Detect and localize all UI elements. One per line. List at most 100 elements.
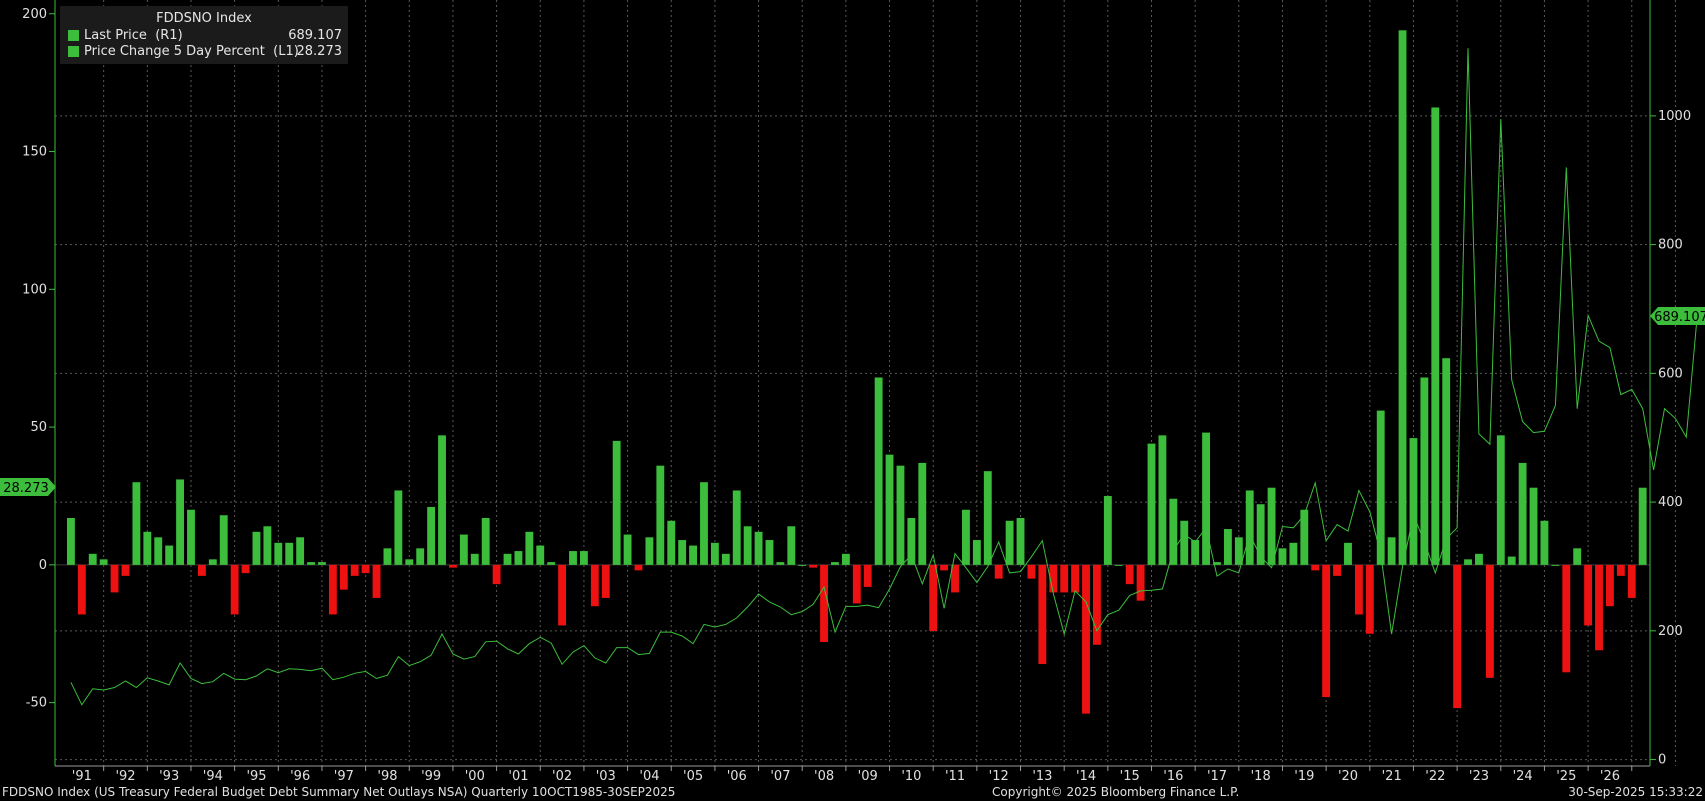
bar [361,564,370,574]
bar [230,564,239,615]
bar [481,518,490,565]
bar [1431,107,1440,565]
bar [110,564,119,593]
bar [929,564,938,631]
chart-canvas: 200 150 100 50 0 -50 1000 800 600 400 200 0 '91 '92 '9… [0,0,1705,784]
bar [776,562,785,565]
bar [1464,559,1472,565]
bar [1103,495,1112,565]
bar [197,564,206,576]
bar [88,553,97,565]
x-tick-label: '11 [945,769,965,784]
left-tick-label: 150 [22,145,47,160]
bar [1267,487,1276,565]
right-tick-label: 600 [1658,366,1683,381]
bar [700,482,708,565]
x-tick-label: '17 [1207,769,1227,784]
bar [1365,564,1374,634]
footer-copyright: Copyright© 2025 Bloomberg Finance L.P. [992,785,1240,799]
bar [809,564,818,568]
bar [678,540,687,565]
x-tick-label: '95 [246,769,266,784]
bar [831,562,839,565]
x-tick-label: '12 [989,769,1009,784]
x-tick-label: '23 [1469,769,1489,784]
bar [787,526,796,565]
bar [1169,498,1178,565]
bar [569,551,577,565]
bar [427,506,436,565]
x-tick-label: '10 [901,769,921,784]
bar [1071,564,1080,593]
bar [1202,432,1211,565]
bar [1529,487,1538,565]
x-tick-label: '21 [1382,769,1402,784]
left-tick-label: 50 [30,420,47,435]
bar [143,531,152,565]
right-tick-label: 0 [1658,753,1666,768]
bar [536,545,545,565]
x-tick-label: '91 [72,769,92,784]
x-tick-label: '01 [508,769,528,784]
bar [1562,564,1571,673]
bar [547,562,556,565]
x-tick-label: '04 [639,769,659,784]
bar [634,564,643,571]
bar [459,534,468,565]
bar [1616,564,1625,576]
bar [558,564,567,626]
bar [176,479,184,565]
legend-swatch [68,30,79,41]
bar [1158,435,1167,565]
bar [710,542,719,565]
bar [1289,542,1298,565]
bar [579,551,588,565]
bar [765,540,774,565]
x-tick-label: '96 [290,769,310,784]
bar [1518,462,1527,565]
bar [492,564,501,585]
bar [962,509,970,565]
legend-swatch [68,46,79,57]
bar [1180,520,1189,565]
right-tick-label: 1000 [1658,109,1691,124]
bar [1223,529,1232,565]
bar [994,564,1003,579]
bar [623,534,632,565]
bar [1092,564,1101,645]
bar [885,454,894,565]
right-tick-label: 800 [1658,238,1683,253]
bar [121,564,130,576]
footer-description: FDDSNO Index (US Treasury Federal Budget… [2,785,676,799]
legend: FDDSNO Index Last Price (R1) 689.107 Pri… [60,6,348,64]
bar [1453,564,1462,709]
x-tick-label: '25 [1556,769,1576,784]
bar [1638,487,1647,565]
x-tick-label: '07 [770,769,790,784]
left-tick-label: 200 [22,7,47,22]
bar [1420,377,1429,565]
x-tick-label: '03 [596,769,616,784]
bar [1191,540,1200,565]
x-tick-label: '16 [1163,769,1183,784]
bar [972,540,981,565]
bar [1147,443,1156,565]
bar [1005,520,1014,565]
bar [1344,542,1352,565]
legend-label: Price Change 5 Day Percent (L1) [84,44,299,59]
bar [241,564,250,574]
bar [503,553,512,565]
left-tick-label: 100 [22,282,47,297]
x-tick-label: '92 [115,769,135,784]
bar [514,551,523,565]
bar [1278,548,1287,565]
bar [940,564,949,571]
x-tick-label: '22 [1425,769,1445,784]
legend-label: Last Price (R1) [84,28,183,43]
bar [1606,564,1614,607]
bar [601,564,610,598]
right-tick-label: 200 [1658,624,1683,639]
bar [263,526,272,565]
bar-series [66,30,1647,714]
bar [1082,564,1090,714]
